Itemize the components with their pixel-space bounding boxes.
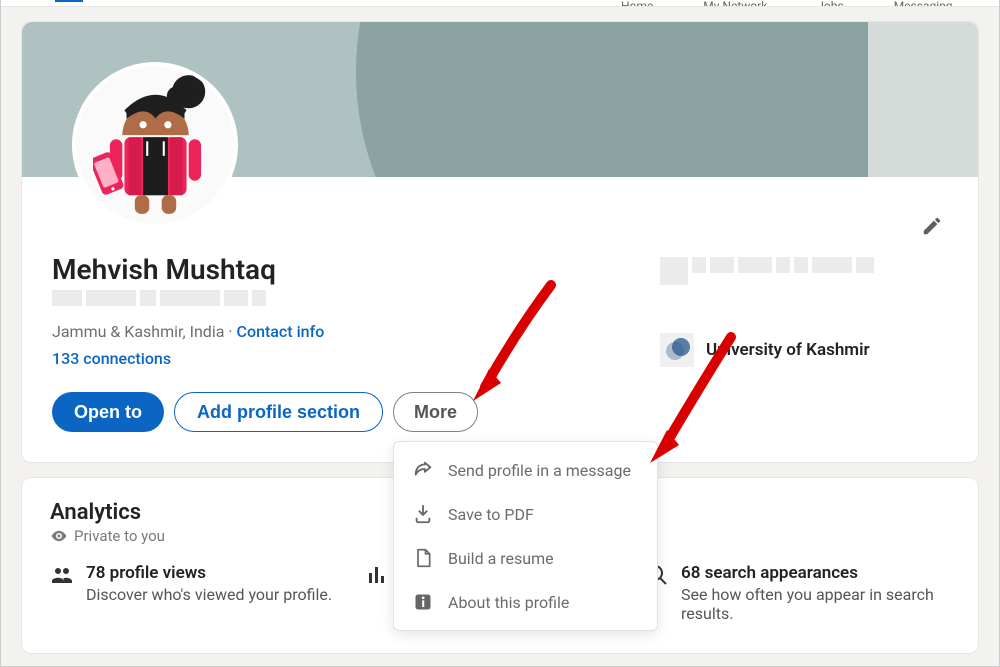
action-button-row: Open to Add profile section More <box>52 392 640 432</box>
more-dropdown: Send profile in a message Save to PDF Bu… <box>393 441 658 631</box>
avatar[interactable] <box>72 62 238 228</box>
cover-panel <box>868 22 978 177</box>
contact-info-link[interactable]: Contact info <box>237 322 325 341</box>
search-appearances-sub: See how often you appear in search resul… <box>681 585 950 623</box>
nav-home[interactable]: Home <box>621 0 653 7</box>
nav-messaging[interactable]: Messaging <box>894 0 953 7</box>
open-to-button[interactable]: Open to <box>52 392 164 432</box>
document-icon <box>412 547 434 569</box>
search-appearances-stat[interactable]: 68 search appearances See how often you … <box>645 563 950 623</box>
dropdown-save-pdf[interactable]: Save to PDF <box>394 492 657 536</box>
profile-name: Mehvish Mushtaq <box>52 253 640 286</box>
pencil-icon <box>921 215 943 237</box>
company-redacted <box>660 257 950 287</box>
download-icon <box>412 503 434 525</box>
people-icon <box>50 563 76 623</box>
share-arrow-icon <box>412 459 434 481</box>
info-icon <box>412 591 434 613</box>
nav-jobs[interactable]: Jobs <box>817 0 843 7</box>
dropdown-save-pdf-label: Save to PDF <box>448 505 534 524</box>
bar-chart-icon <box>365 563 391 623</box>
profile-views-title: 78 profile views <box>86 563 332 583</box>
profile-views-sub: Discover who's viewed your profile. <box>86 585 332 604</box>
education-logo <box>660 333 694 367</box>
eye-icon <box>50 527 68 545</box>
avatar-image <box>76 66 234 224</box>
location-text: Jammu & Kashmir, India <box>52 322 224 341</box>
education-name: University of Kashmir <box>706 340 870 360</box>
more-button[interactable]: More <box>393 392 478 432</box>
education-row[interactable]: University of Kashmir <box>660 333 950 367</box>
headline-redacted <box>52 290 640 312</box>
dropdown-about-profile[interactable]: About this profile <box>394 580 657 624</box>
dropdown-send-profile[interactable]: Send profile in a message <box>394 448 657 492</box>
location-row: Jammu & Kashmir, India · Contact info <box>52 322 640 341</box>
profile-card: Mehvish Mushtaq Jammu & Kashmir, India ·… <box>21 21 979 463</box>
dropdown-build-resume-label: Build a resume <box>448 549 554 568</box>
dropdown-build-resume[interactable]: Build a resume <box>394 536 657 580</box>
top-nav: Home My Network Jobs Messaging <box>1 0 999 7</box>
dropdown-about-profile-label: About this profile <box>448 593 569 612</box>
profile-right: University of Kashmir <box>660 253 950 432</box>
separator: · <box>224 322 236 341</box>
search-appearances-title: 68 search appearances <box>681 563 950 583</box>
profile-left: Mehvish Mushtaq Jammu & Kashmir, India ·… <box>52 253 640 432</box>
private-label: Private to you <box>74 527 165 545</box>
nav-network[interactable]: My Network <box>703 0 767 7</box>
profile-views-stat[interactable]: 78 profile views Discover who's viewed y… <box>50 563 355 623</box>
home-indicator <box>55 0 83 2</box>
connections-link[interactable]: 133 connections <box>52 349 640 368</box>
avatar-android-illustration <box>93 73 218 218</box>
cover-arc <box>356 22 936 177</box>
edit-profile-button[interactable] <box>910 204 954 248</box>
dropdown-send-profile-label: Send profile in a message <box>448 461 631 480</box>
add-profile-section-button[interactable]: Add profile section <box>174 392 383 432</box>
